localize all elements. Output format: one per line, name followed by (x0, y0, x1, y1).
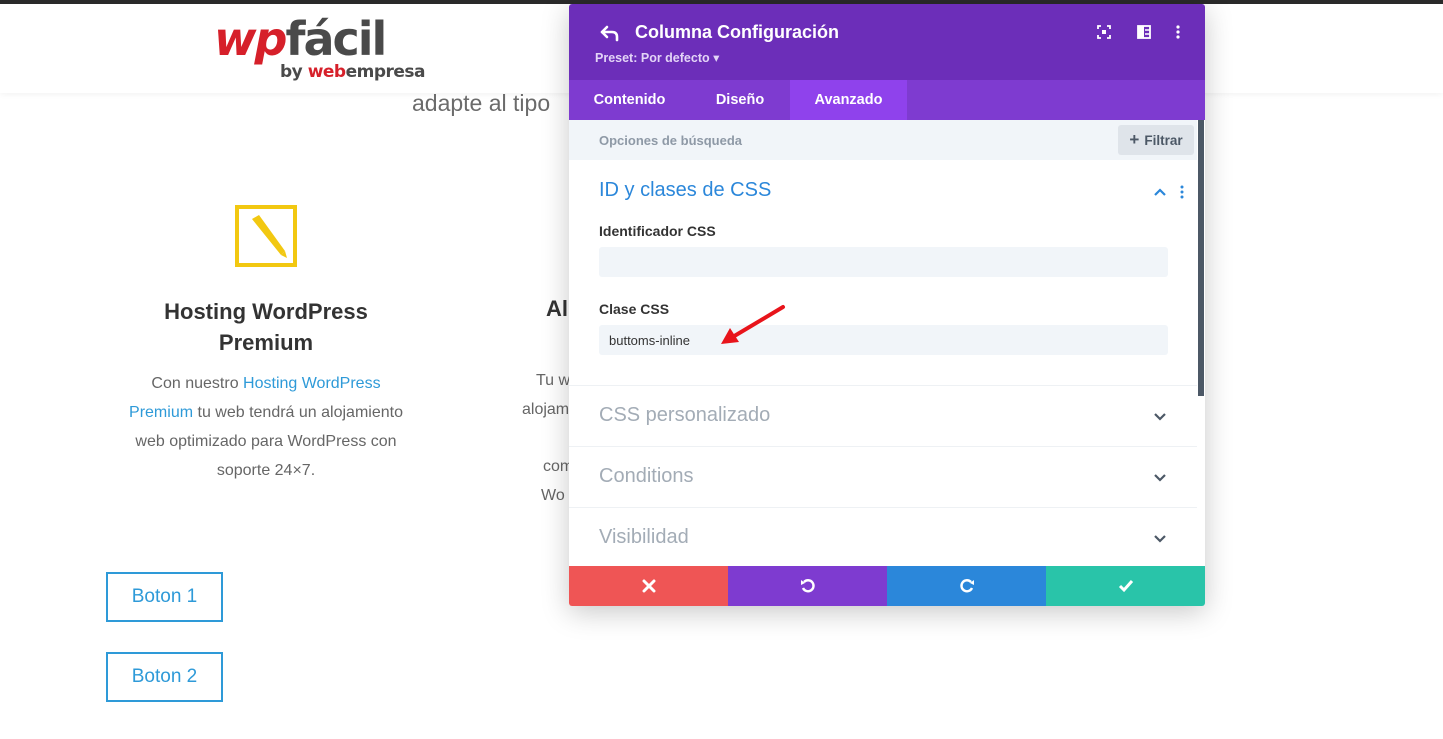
column-text-hosting: Con nuestro Hosting WordPress Premium tu… (129, 375, 403, 479)
modal-tabs: Contenido Diseño Avanzado (569, 80, 1205, 120)
logo-wordmark: wpfácil (214, 12, 387, 66)
column-title-partial: Al (546, 296, 568, 321)
section-title-visibility[interactable]: Visibilidad (599, 526, 689, 549)
modal-title: Columna Configuración (635, 22, 839, 42)
column-text-line: Wo (541, 487, 565, 504)
split-view-icon[interactable] (1136, 24, 1152, 40)
fullscreen-icon[interactable] (1096, 24, 1112, 40)
chevron-down-icon[interactable] (1153, 531, 1167, 545)
undo-button[interactable] (728, 566, 887, 606)
section-title-conditions[interactable]: Conditions (599, 465, 694, 488)
undo-icon (800, 579, 815, 593)
column-link-partial[interactable]: alojam (522, 401, 569, 419)
plus-icon: + (1129, 130, 1140, 149)
tab-avanzado[interactable]: Avanzado (790, 80, 907, 120)
css-class-label: Clase CSS (599, 301, 670, 317)
more-options-icon[interactable] (1170, 24, 1186, 40)
logo-tagline: by webempresa (280, 62, 426, 82)
chevron-up-icon[interactable] (1153, 185, 1167, 199)
section-divider (569, 385, 1197, 386)
section-divider (569, 446, 1197, 447)
boton-1-button[interactable]: Boton 1 (106, 572, 223, 622)
modal-header[interactable]: Columna Configuración Preset: Por defect… (569, 4, 1205, 80)
boton-2-button[interactable]: Boton 2 (106, 652, 223, 702)
discard-button[interactable] (569, 566, 728, 606)
preset-selector[interactable]: Preset: Por defecto ▾ (595, 50, 719, 65)
css-id-input[interactable] (599, 247, 1168, 277)
css-id-label: Identificador CSS (599, 223, 716, 239)
css-class-input[interactable] (599, 325, 1168, 355)
wpfacil-logo[interactable]: wpfácil by webempresa (214, 12, 426, 88)
section-title-css-id-classes[interactable]: ID y clases de CSS (599, 179, 771, 202)
scrollbar-thumb[interactable] (1198, 120, 1204, 396)
back-arrow-icon[interactable] (599, 22, 621, 44)
pencil-icon (235, 205, 297, 267)
section-title-custom-css[interactable]: CSS personalizado (599, 404, 770, 427)
column-settings-modal: Columna Configuración Preset: Por defect… (569, 4, 1205, 606)
close-icon (642, 579, 655, 593)
check-icon (1118, 580, 1133, 593)
redo-button[interactable] (887, 566, 1046, 606)
tab-contenido[interactable]: Contenido (569, 80, 690, 120)
annotation-arrow-icon (721, 305, 785, 344)
chevron-down-icon[interactable] (1153, 409, 1167, 423)
column-text-line: Tu w (536, 372, 571, 389)
intro-text: adapte al tipo (412, 90, 551, 116)
redo-icon (959, 579, 974, 593)
tab-diseno[interactable]: Diseño (690, 80, 790, 120)
chevron-down-icon[interactable] (1153, 470, 1167, 484)
modal-footer (569, 566, 1205, 606)
section-divider (569, 507, 1197, 508)
filter-button[interactable]: + Filtrar (1118, 125, 1194, 155)
column-title-hosting: Hosting WordPress Premium (164, 299, 368, 355)
options-search-bar[interactable]: Opciones de búsqueda + Filtrar (569, 120, 1205, 160)
save-button[interactable] (1046, 566, 1205, 606)
section-options-icon[interactable] (1179, 184, 1185, 200)
search-input[interactable]: Opciones de búsqueda (599, 133, 742, 148)
